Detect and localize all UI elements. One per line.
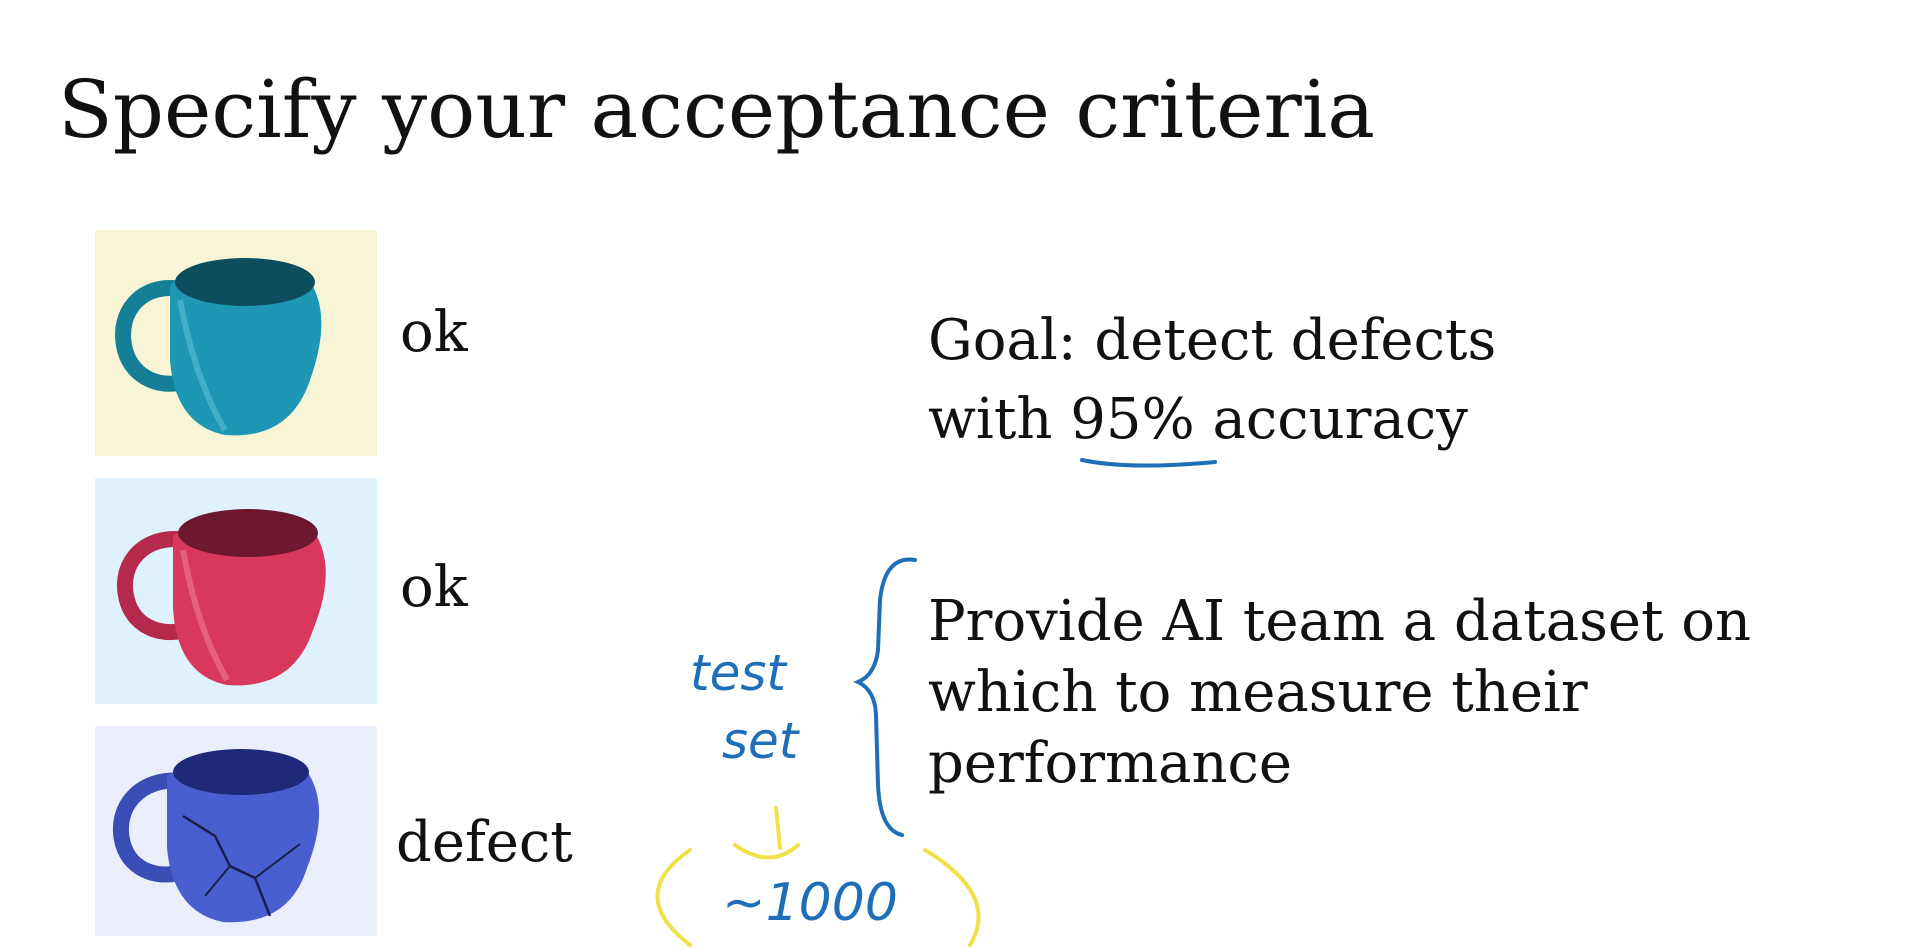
arrow-stroke-annotation [774,806,782,850]
check-mark-annotation [733,843,800,860]
mug-icon [95,478,377,704]
curly-brace-annotation [853,557,917,837]
goal-line-2-after: accuracy [1194,387,1468,452]
accuracy-target: 95% [1070,387,1195,452]
example-label-ok-1: ok [400,300,468,365]
cracked-mug-icon [95,726,377,936]
example-image-ok-2 [95,478,377,704]
goal-line-2: with 95% accuracy [928,392,1468,448]
provide-line-1: Provide AI team a dataset on [928,589,1752,654]
test-annotation: test [690,644,788,702]
example-label-ok-2: ok [400,555,468,620]
provide-line-2: which to measure their [928,660,1588,725]
goal-line-2-before: with [928,387,1071,452]
underline-annotation [1080,458,1217,468]
example-image-ok-1 [95,230,377,456]
mug-icon [95,230,377,456]
goal-line-1: Goal: detect defects [928,308,1497,373]
provide-line-3: performance [928,731,1293,796]
right-paren-annotation [923,848,981,947]
left-paren-annotation [655,848,692,947]
slide-title: Specify your acceptance criteria [58,63,1375,156]
example-label-defect: defect [396,810,573,875]
dataset-size-annotation: ~1000 [722,873,898,933]
example-image-defect [95,726,377,949]
slide: Specify your acceptance criteria ok ok d… [0,0,1915,949]
set-annotation: set [722,712,801,770]
